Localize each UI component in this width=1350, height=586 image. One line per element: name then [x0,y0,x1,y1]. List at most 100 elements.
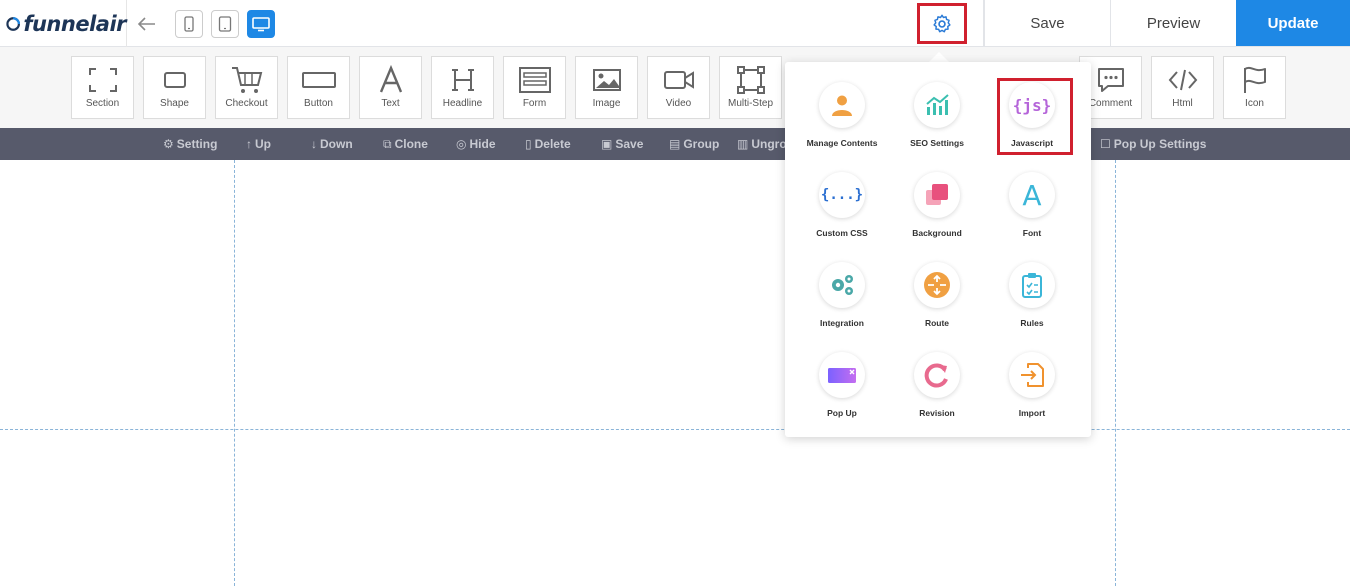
action-label: Hide [469,137,496,151]
update-button[interactable]: Update [1236,0,1350,46]
guide-line [234,160,235,586]
menu-route[interactable]: Route [887,262,987,342]
gear-icon [933,14,951,32]
action-popup-settings[interactable]: ☐ Pop Up Settings [1100,128,1206,160]
clone-icon: ⧉ [383,136,392,151]
image-icon [592,69,621,91]
menu-custom-css[interactable]: {...} Custom CSS [792,172,892,252]
flag-icon [1243,66,1266,93]
action-down[interactable]: ↓ Down [311,128,353,160]
user-icon [832,95,852,116]
tool-label: Form [522,98,547,109]
menu-import[interactable]: Import [982,352,1082,432]
tool-checkout[interactable]: Checkout [215,56,278,119]
action-hide[interactable]: ◎ Hide [456,128,496,160]
shape-icon [163,72,186,88]
action-group[interactable]: ▤ Group [669,128,719,160]
background-layers-icon [926,184,948,205]
tool-label: Section [85,98,120,109]
arrow-left-icon [137,17,155,31]
tool-label: Comment [1088,98,1133,109]
guide-line [1115,160,1116,586]
action-save[interactable]: ▣ Save [601,128,643,160]
tool-label: Checkout [225,98,268,109]
cart-icon [231,67,262,93]
desktop-icon [252,17,270,32]
action-label: Pop Up Settings [1113,137,1207,151]
top-bar: funnelair Save Preview Update [0,0,1350,47]
elements-toolbar: Section Shape Checkout Button Text Headl… [0,47,1350,128]
tablet-view-button[interactable] [211,10,239,38]
action-ungroup[interactable]: ▥ Ungro [737,128,787,160]
menu-label: Route [924,318,950,328]
trash-icon: ▯ [525,137,532,151]
menu-font[interactable]: A Font [982,172,1082,252]
tool-video[interactable]: Video [647,56,710,119]
action-label: Ungro [751,137,787,151]
ungroup-icon: ▥ [737,137,749,151]
menu-background[interactable]: Background [887,172,987,252]
menu-label: Revision [919,408,955,418]
tool-label: Headline [442,98,483,109]
menu-manage-contents[interactable]: Manage Contents [792,82,892,162]
menu-revision[interactable]: Revision [887,352,987,432]
chart-icon [926,94,949,115]
tool-html[interactable]: Html [1151,56,1214,119]
action-setting[interactable]: ⚙ Setting [163,128,217,160]
tool-section[interactable]: Section [71,56,134,119]
comment-icon [1097,68,1124,92]
back-button[interactable] [134,12,160,36]
settings-button[interactable] [917,3,967,44]
tool-icon[interactable]: Icon [1223,56,1286,119]
font-icon: A [1022,178,1042,212]
css-braces-icon: {...} [820,187,864,203]
menu-label: Font [1022,228,1042,238]
mobile-view-button[interactable] [175,10,203,38]
rules-clipboard-icon [1022,273,1042,298]
tool-button[interactable]: Button [287,56,350,119]
menu-label: SEO Settings [910,138,964,148]
tool-label: Text [381,98,400,109]
action-label: Down [320,137,353,151]
logo-text: funnelair [23,11,126,36]
tool-image[interactable]: Image [575,56,638,119]
logo-mark-icon [6,16,20,31]
menu-label: Custom CSS [816,228,868,238]
save-button[interactable]: Save [984,0,1110,46]
tool-shape[interactable]: Shape [143,56,206,119]
tool-text[interactable]: Text [359,56,422,119]
menu-seo-settings[interactable]: SEO Settings [887,82,987,162]
save-icon: ▣ [601,137,613,151]
logo[interactable]: funnelair [0,0,127,47]
menu-popup[interactable]: Pop Up [792,352,892,432]
action-label: Save [615,137,644,151]
section-frame-icon [88,68,117,92]
revision-icon [924,363,948,388]
mobile-icon [184,16,194,32]
menu-label: Manage Contents [806,138,878,148]
tool-label: Shape [160,98,189,109]
menu-integration[interactable]: Integration [792,262,892,342]
tool-multi-step[interactable]: Multi-Step [719,56,782,119]
tool-headline[interactable]: Headline [431,56,494,119]
action-label: Group [683,137,720,151]
action-clone[interactable]: ⧉ Clone [383,128,428,160]
button-icon [301,72,336,88]
desktop-view-button[interactable] [247,10,275,38]
preview-button[interactable]: Preview [1110,0,1236,46]
menu-label: Rules [1020,318,1044,328]
element-action-bar: ⚙ Setting ↑ Up ↓ Down ⧉ Clone ◎ Hide ▯ Delete … [0,128,1350,160]
menu-rules[interactable]: Rules [982,262,1082,342]
tool-label: Image [592,98,621,109]
action-up[interactable]: ↑ Up [246,128,271,160]
group-icon: ▤ [669,137,681,151]
multi-step-icon [736,66,765,94]
action-delete[interactable]: ▯ Delete [525,128,571,160]
editor-canvas[interactable] [0,160,1350,586]
form-icon [518,67,551,93]
gear-icon: ⚙ [163,137,174,151]
popup-icon [828,368,856,383]
route-icon [924,272,950,298]
tool-label: Multi-Step [727,98,773,109]
tool-form[interactable]: Form [503,56,566,119]
